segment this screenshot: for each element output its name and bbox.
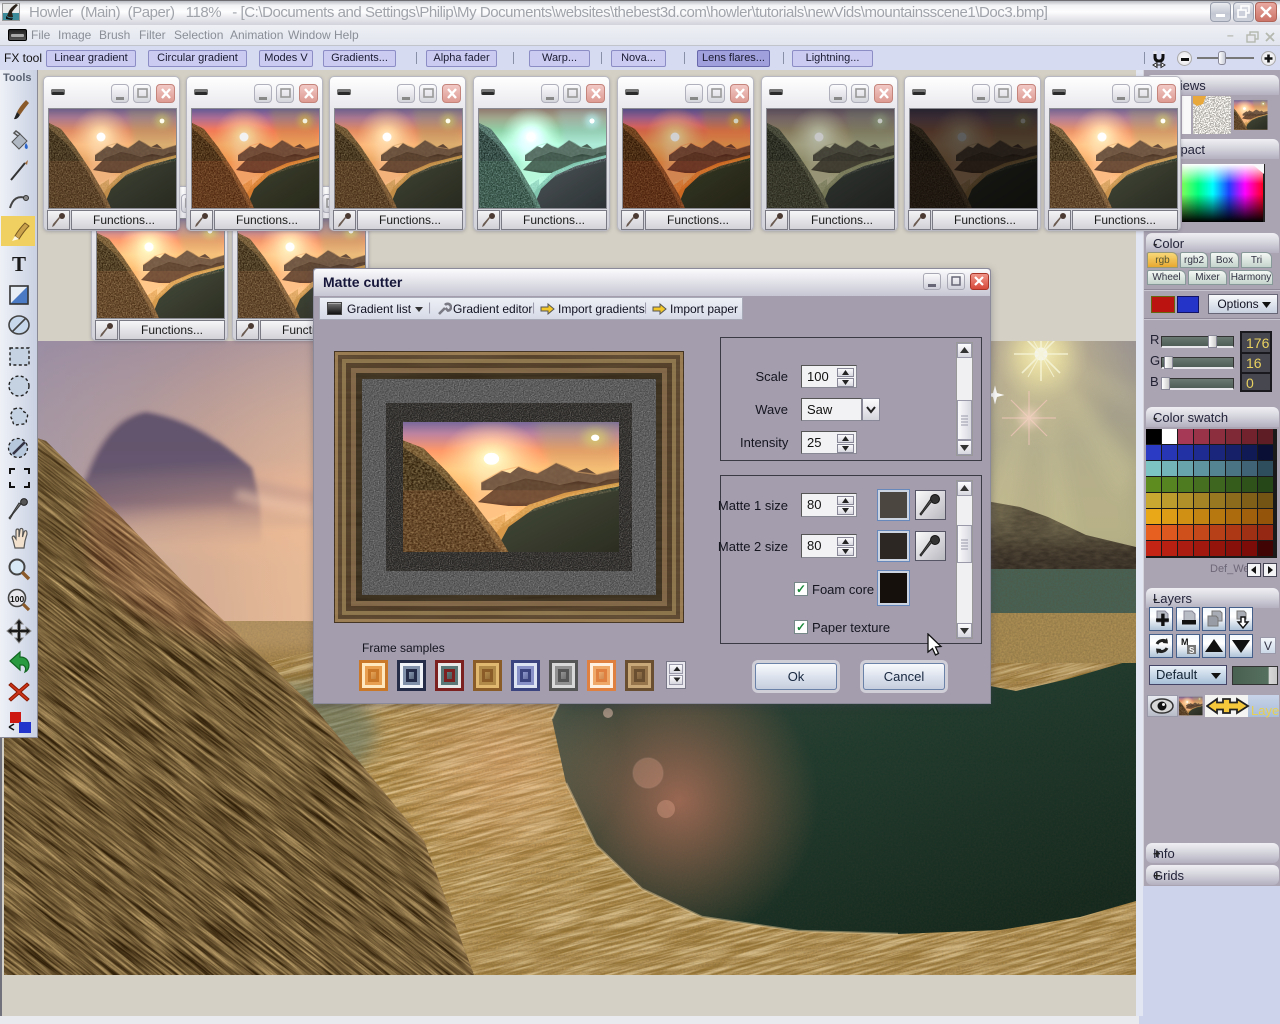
svg-text:T: T (12, 252, 26, 276)
svg-text:100: 100 (10, 594, 24, 604)
svg-text:S: S (1189, 646, 1195, 655)
